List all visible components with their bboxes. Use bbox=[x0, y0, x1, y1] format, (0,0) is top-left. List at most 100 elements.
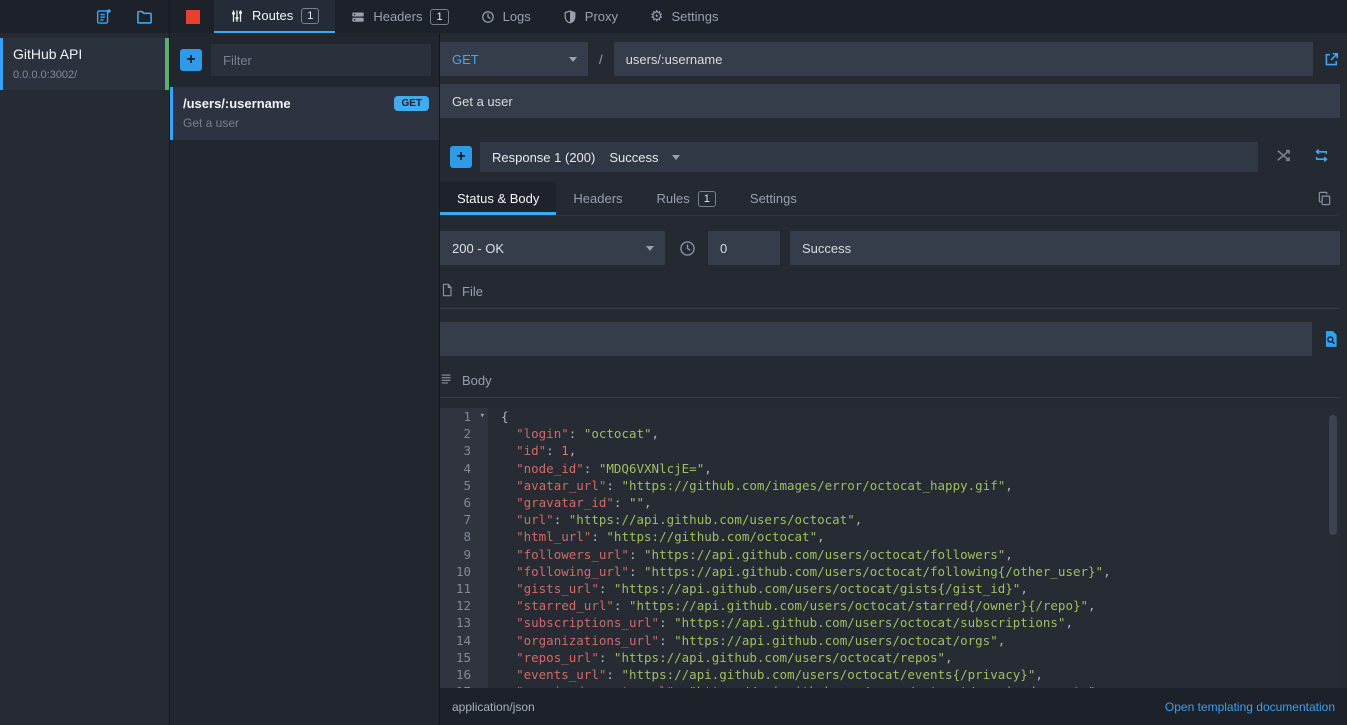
response-select[interactable]: Response 1 (200) Success bbox=[480, 142, 1258, 172]
templating-documentation-link[interactable]: Open templating documentation bbox=[1165, 700, 1335, 714]
route-path: /users/:username bbox=[183, 96, 291, 111]
random-response-shuffle-icon[interactable] bbox=[1275, 147, 1292, 167]
add-route-button[interactable]: + bbox=[180, 49, 202, 71]
code-line[interactable]: 5 "avatar_url": "https://github.com/imag… bbox=[440, 477, 1340, 494]
tab-label: Headers bbox=[373, 9, 422, 24]
path-separator: / bbox=[599, 52, 603, 67]
sequential-response-repeat-icon[interactable] bbox=[1313, 147, 1330, 167]
status-footer: application/json Open templating documen… bbox=[440, 688, 1347, 725]
response-label-input[interactable] bbox=[790, 231, 1340, 265]
code-line[interactable]: 4 "node_id": "MDQ6VXNlcjE=", bbox=[440, 460, 1340, 477]
tab-label: Rules bbox=[657, 191, 690, 206]
stop-server-button[interactable] bbox=[186, 10, 200, 24]
file-path-input[interactable] bbox=[440, 322, 1312, 356]
file-section-header: File bbox=[440, 283, 1340, 309]
chevron-down-icon bbox=[672, 155, 680, 160]
tab-status-body[interactable]: Status & Body bbox=[440, 182, 556, 215]
code-line[interactable]: 6 "gravatar_id": "", bbox=[440, 494, 1340, 511]
route-list-item[interactable]: /users/:username GET Get a user bbox=[170, 87, 439, 140]
content-type-label: application/json bbox=[452, 700, 535, 714]
copy-icon[interactable] bbox=[1317, 191, 1332, 206]
file-section-title: File bbox=[462, 284, 483, 299]
route-config-panel: GET / + Response 1 (200) bbox=[440, 33, 1347, 725]
route-path-input[interactable] bbox=[614, 42, 1313, 76]
headers-stack-icon bbox=[351, 10, 365, 24]
code-line[interactable]: 16 "events_url": "https://api.github.com… bbox=[440, 666, 1340, 683]
code-line[interactable]: 8 "html_url": "https://github.com/octoca… bbox=[440, 528, 1340, 545]
body-lines-icon bbox=[440, 372, 454, 389]
file-input-row bbox=[440, 322, 1340, 356]
route-description-input[interactable] bbox=[440, 84, 1340, 118]
code-line[interactable]: 1▾{ bbox=[440, 408, 1340, 425]
route-config-content: GET / + Response 1 (200) bbox=[440, 33, 1347, 688]
code-line[interactable]: 7 "url": "https://api.github.com/users/o… bbox=[440, 511, 1340, 528]
routes-panel: + /users/:username GET Get a user bbox=[170, 33, 440, 725]
chevron-down-icon bbox=[569, 57, 577, 62]
response-select-title: Response 1 (200) bbox=[492, 150, 595, 165]
open-environment-folder-icon[interactable] bbox=[136, 8, 153, 25]
code-line[interactable]: 15 "repos_url": "https://api.github.com/… bbox=[440, 649, 1340, 666]
tab-label: Status & Body bbox=[457, 191, 539, 206]
tab-headers[interactable]: Headers 1 bbox=[335, 0, 464, 33]
route-item-header: /users/:username GET bbox=[183, 96, 429, 111]
environment-actions bbox=[0, 0, 170, 33]
new-environment-icon[interactable] bbox=[95, 8, 112, 25]
method-select-value: GET bbox=[452, 52, 479, 67]
code-line[interactable]: 13 "subscriptions_url": "https://api.git… bbox=[440, 614, 1340, 631]
add-response-button[interactable]: + bbox=[450, 146, 472, 168]
editor-lines: 1▾{2 "login": "octocat",3 "id": 1,4 "nod… bbox=[440, 408, 1340, 688]
route-description: Get a user bbox=[183, 116, 429, 130]
code-line[interactable]: 12 "starred_url": "https://api.github.co… bbox=[440, 597, 1340, 614]
tab-label: Logs bbox=[503, 9, 531, 24]
response-tabs: Status & Body Headers Rules 1 Settings bbox=[440, 182, 1340, 216]
code-line[interactable]: 10 "following_url": "https://api.github.… bbox=[440, 563, 1340, 580]
latency-input[interactable] bbox=[708, 231, 780, 265]
environments-sidebar: GitHub API 0.0.0.0:3002/ bbox=[0, 33, 170, 725]
fold-toggle-icon[interactable]: ▾ bbox=[480, 408, 485, 425]
rules-count-badge: 1 bbox=[698, 191, 716, 207]
routes-filter-input[interactable] bbox=[211, 44, 431, 76]
code-line[interactable]: 9 "followers_url": "https://api.github.c… bbox=[440, 546, 1340, 563]
tab-label: Settings bbox=[750, 191, 797, 206]
environment-name: GitHub API bbox=[13, 46, 155, 62]
tab-rules[interactable]: Rules 1 bbox=[640, 182, 733, 215]
route-method-badge: GET bbox=[394, 96, 429, 111]
logs-history-icon bbox=[481, 10, 495, 24]
code-line[interactable]: 11 "gists_url": "https://api.github.com/… bbox=[440, 580, 1340, 597]
tab-settings[interactable]: ⚙ Settings bbox=[634, 0, 734, 33]
settings-gear-icon: ⚙ bbox=[650, 9, 663, 24]
routes-count-badge: 1 bbox=[301, 8, 319, 24]
proxy-shield-icon bbox=[563, 10, 577, 24]
status-code-select[interactable]: 200 - OK bbox=[440, 231, 665, 265]
status-code-value: 200 - OK bbox=[452, 241, 504, 256]
headers-count-badge: 1 bbox=[430, 9, 448, 25]
tab-response-headers[interactable]: Headers bbox=[556, 182, 639, 215]
chevron-down-icon bbox=[646, 246, 654, 251]
routes-sliders-icon bbox=[230, 9, 244, 23]
environment-address: 0.0.0.0:3002/ bbox=[13, 69, 155, 81]
body-section-title: Body bbox=[462, 373, 492, 388]
code-line[interactable]: 17 "received_events_url": "https://api.g… bbox=[440, 683, 1340, 688]
open-route-in-browser-icon[interactable] bbox=[1323, 51, 1340, 68]
tab-response-settings[interactable]: Settings bbox=[733, 182, 814, 215]
latency-clock-icon bbox=[679, 240, 696, 257]
code-line[interactable]: 14 "organizations_url": "https://api.git… bbox=[440, 632, 1340, 649]
routes-toolbar: + bbox=[170, 33, 439, 87]
tab-logs[interactable]: Logs bbox=[465, 0, 547, 33]
editor-scrollbar[interactable] bbox=[1329, 415, 1337, 535]
code-line[interactable]: 3 "id": 1, bbox=[440, 442, 1340, 459]
body-section-header: Body bbox=[440, 372, 1340, 398]
tab-label: Headers bbox=[573, 191, 622, 206]
status-row: 200 - OK bbox=[440, 231, 1340, 265]
app-layout: GitHub API 0.0.0.0:3002/ + /users/:usern… bbox=[0, 33, 1347, 725]
method-select[interactable]: GET bbox=[440, 42, 588, 76]
top-bar: Routes 1 Headers 1 Logs bbox=[0, 0, 1347, 33]
tab-proxy[interactable]: Proxy bbox=[547, 0, 634, 33]
environment-item-github-api[interactable]: GitHub API 0.0.0.0:3002/ bbox=[0, 38, 169, 90]
tab-label: Proxy bbox=[585, 9, 618, 24]
browse-file-icon[interactable] bbox=[1322, 330, 1340, 348]
tab-routes[interactable]: Routes 1 bbox=[214, 0, 335, 33]
tab-label: Settings bbox=[671, 9, 718, 24]
code-line[interactable]: 2 "login": "octocat", bbox=[440, 425, 1340, 442]
body-editor[interactable]: 1▾{2 "login": "octocat",3 "id": 1,4 "nod… bbox=[440, 408, 1340, 688]
